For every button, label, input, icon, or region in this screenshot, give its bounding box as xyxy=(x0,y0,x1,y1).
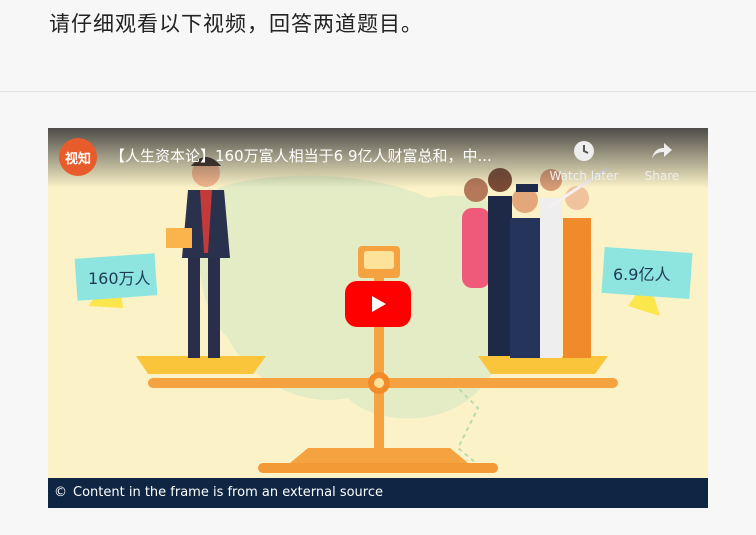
left-sign-text: 160万人 xyxy=(88,269,151,288)
video-player[interactable]: 160万人 6.9亿人 视知 【人生资本论】160万富人相当于6 9亿人财富总和… xyxy=(48,128,708,508)
share-label: Share xyxy=(644,169,680,183)
video-title[interactable]: 【人生资本论】160万富人相当于6 9亿人财富总和，中... xyxy=(110,145,550,166)
share-arrow-icon xyxy=(652,143,672,159)
left-sign: 160万人 xyxy=(74,253,158,308)
notice-text: Content in the frame is from an external… xyxy=(73,485,384,500)
right-sign: 6.9亿人 xyxy=(601,246,693,316)
watch-later-label: Watch later xyxy=(549,169,619,183)
watch-later-button[interactable]: Watch later xyxy=(548,140,620,183)
divider xyxy=(0,91,756,92)
copyright-icon: © xyxy=(54,485,67,500)
instruction-text: 请仔细观看以下视频，回答两道题目。 xyxy=(49,12,423,36)
share-button[interactable]: Share xyxy=(626,140,698,183)
play-icon xyxy=(372,296,386,312)
external-content-notice: © Content in the frame is from an externa… xyxy=(48,478,708,508)
play-button[interactable] xyxy=(345,281,411,327)
right-sign-text: 6.9亿人 xyxy=(613,265,670,284)
clock-icon xyxy=(574,141,594,161)
channel-avatar[interactable]: 视知 xyxy=(59,138,97,176)
